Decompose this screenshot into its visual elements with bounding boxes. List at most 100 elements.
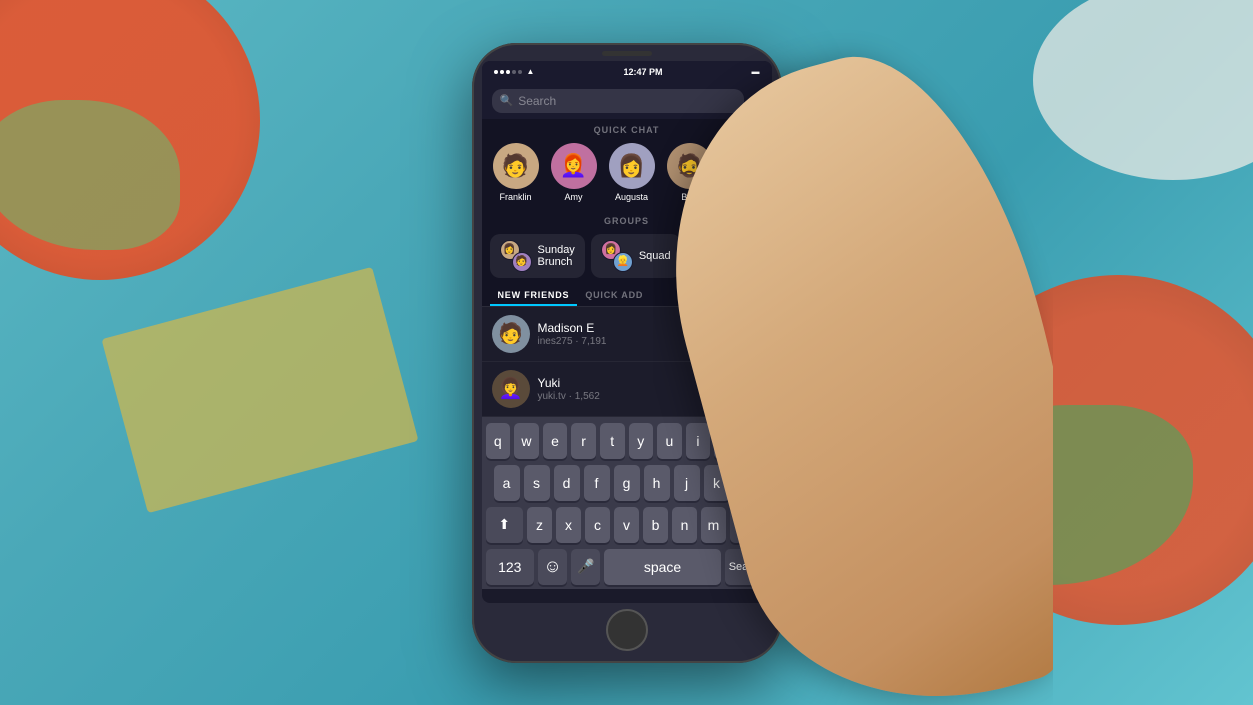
contact-avatar-billy: 🧔 xyxy=(667,143,713,189)
group-sunday-brunch[interactable]: 👩 🧑 SundayBrunch xyxy=(490,234,585,278)
groups-row: 👩 🧑 SundayBrunch 👩 👱 Squad xyxy=(482,230,772,286)
keyboard[interactable]: q w e r t y u i o p a s d xyxy=(482,417,772,589)
key-search[interactable]: Search xyxy=(725,549,768,585)
key-n[interactable]: n xyxy=(672,507,697,543)
quick-chat-row: 🧑 Franklin 👩‍🦰 Amy 👩 Augusta 🧔 Billy xyxy=(482,139,772,210)
key-h[interactable]: h xyxy=(644,465,670,501)
key-row-2: a s d f g h j k l xyxy=(486,465,768,501)
friend-info-yuki: Yuki yuki.tv · 1,562 xyxy=(538,376,718,402)
group-avatar-b: 🧑 xyxy=(512,252,532,272)
key-j[interactable]: j xyxy=(674,465,700,501)
contact-augusta[interactable]: 👩 Augusta xyxy=(606,143,658,202)
close-button[interactable]: ✕ xyxy=(750,92,762,109)
key-space[interactable]: space xyxy=(604,549,721,585)
key-w[interactable]: w xyxy=(514,423,539,459)
signal-dot3 xyxy=(506,70,510,74)
group-name-squad: Squad xyxy=(639,250,671,262)
key-shift[interactable]: ⬆ xyxy=(486,507,524,543)
friend-avatar-madison: 🧑 xyxy=(492,315,530,353)
key-t[interactable]: t xyxy=(600,423,625,459)
yuki-group-icon: 🌐 xyxy=(731,376,756,401)
group-squad[interactable]: 👩 👱 Squad xyxy=(591,234,681,278)
contact-avatar-augusta: 👩 xyxy=(609,143,655,189)
key-numbers[interactable]: 123 xyxy=(486,549,535,585)
tabs-row: NEW FRIENDS QUICK ADD xyxy=(482,286,772,307)
search-icon: 🔍 xyxy=(500,94,514,107)
key-f[interactable]: f xyxy=(584,465,610,501)
key-q[interactable]: q xyxy=(486,423,511,459)
key-row-1: q w e r t y u i o p xyxy=(486,423,768,459)
friend-info-madison: Madison E ines275 · 7,191 xyxy=(538,321,718,347)
friend-name-madison: Madison E xyxy=(538,321,718,335)
key-y[interactable]: y xyxy=(629,423,654,459)
wifi-icon: ▲ xyxy=(527,67,535,76)
friend-add-madison[interactable]: ＋ xyxy=(726,316,762,352)
time-display: 12:47 PM xyxy=(623,67,662,77)
friend-avatar-yuki-action[interactable]: 🌐 xyxy=(726,371,762,407)
key-v[interactable]: v xyxy=(614,507,639,543)
contact-name-billy: Billy xyxy=(681,192,698,202)
friend-avatar-yuki: 👩‍🦱 xyxy=(492,370,530,408)
key-emoji[interactable]: ☺ xyxy=(538,549,567,585)
contact-billy[interactable]: 🧔 Billy xyxy=(664,143,716,202)
group-avatars-sunday: 👩 🧑 xyxy=(500,240,532,272)
key-backspace[interactable]: ⌫ xyxy=(730,507,768,543)
key-c[interactable]: c xyxy=(585,507,610,543)
battery-area: ▬ xyxy=(751,67,759,76)
search-bar[interactable]: 🔍 Search ✕ xyxy=(482,83,772,119)
phone-screen: ▲ 12:47 PM ▬ 🔍 Search ✕ QUICK CHAT xyxy=(482,61,772,603)
signal-area: ▲ xyxy=(494,67,535,76)
bg-napkin xyxy=(101,267,418,513)
key-r[interactable]: r xyxy=(571,423,596,459)
phone: ▲ 12:47 PM ▬ 🔍 Search ✕ QUICK CHAT xyxy=(472,43,782,663)
friend-sub-madison: ines275 · 7,191 xyxy=(538,336,718,347)
bg-plate-right xyxy=(1033,0,1253,180)
key-i[interactable]: i xyxy=(686,423,711,459)
add-icon-madison: ＋ xyxy=(737,324,751,344)
signal-dot4 xyxy=(512,70,516,74)
key-e[interactable]: e xyxy=(543,423,568,459)
contact-franklin[interactable]: 🧑 Franklin xyxy=(490,143,542,202)
key-k[interactable]: k xyxy=(704,465,730,501)
phone-body: ▲ 12:47 PM ▬ 🔍 Search ✕ QUICK CHAT xyxy=(472,43,782,663)
phone-speaker xyxy=(602,51,652,56)
group-avatar-d: 👱 xyxy=(613,252,633,272)
contact-amy[interactable]: 👩‍🦰 Amy xyxy=(548,143,600,202)
friend-madison[interactable]: 🧑 Madison E ines275 · 7,191 ＋ xyxy=(482,307,772,362)
key-mic[interactable]: 🎤 xyxy=(571,549,600,585)
key-d[interactable]: d xyxy=(554,465,580,501)
battery-icon: ▬ xyxy=(751,67,759,76)
status-bar: ▲ 12:47 PM ▬ xyxy=(482,61,772,83)
contact-avatar-amy: 👩‍🦰 xyxy=(551,143,597,189)
key-a[interactable]: a xyxy=(494,465,520,501)
key-z[interactable]: z xyxy=(527,507,552,543)
search-placeholder: Search xyxy=(518,94,736,108)
content-area: QUICK CHAT 🧑 Franklin 👩‍🦰 Amy 👩 Augusta xyxy=(482,119,772,589)
key-l[interactable]: l xyxy=(734,465,760,501)
key-row-3: ⬆ z x c v b n m ⌫ xyxy=(486,507,768,543)
group-name-sunday: SundayBrunch xyxy=(538,244,575,268)
contact-avatar-franklin: 🧑 xyxy=(493,143,539,189)
search-input-container[interactable]: 🔍 Search xyxy=(492,89,744,113)
quick-chat-label: QUICK CHAT xyxy=(482,119,772,139)
friend-yuki[interactable]: 👩‍🦱 Yuki yuki.tv · 1,562 🌐 xyxy=(482,362,772,417)
contact-name-amy: Amy xyxy=(565,192,583,202)
key-x[interactable]: x xyxy=(556,507,581,543)
signal-dot2 xyxy=(500,70,504,74)
friend-name-yuki: Yuki xyxy=(538,376,718,390)
key-u[interactable]: u xyxy=(657,423,682,459)
tab-quick-add[interactable]: QUICK ADD xyxy=(577,286,651,306)
key-m[interactable]: m xyxy=(701,507,726,543)
key-row-bottom: 123 ☺ 🎤 space Search xyxy=(486,549,768,585)
signal-dot5 xyxy=(518,70,522,74)
tab-new-friends[interactable]: NEW FRIENDS xyxy=(490,286,578,306)
key-p[interactable]: p xyxy=(743,423,768,459)
groups-label: GROUPS xyxy=(482,210,772,230)
key-s[interactable]: s xyxy=(524,465,550,501)
signal-dot1 xyxy=(494,70,498,74)
key-b[interactable]: b xyxy=(643,507,668,543)
key-o[interactable]: o xyxy=(714,423,739,459)
group-avatars-squad: 👩 👱 xyxy=(601,240,633,272)
key-g[interactable]: g xyxy=(614,465,640,501)
home-button[interactable] xyxy=(606,609,648,651)
